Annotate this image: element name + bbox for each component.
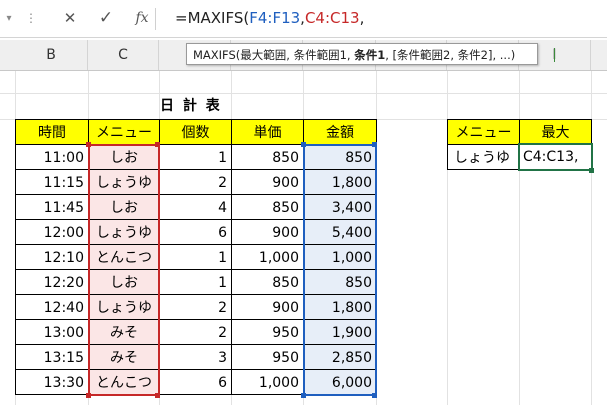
cell-time[interactable]: 12:40 <box>15 294 89 320</box>
cell-unit-price[interactable]: 1,000 <box>231 244 304 270</box>
tooltip-text: MAXIFS(最大範囲, 条件範囲1, <box>193 48 355 62</box>
range-handle[interactable] <box>155 393 160 398</box>
table-title: 日 計 表 <box>160 98 222 114</box>
range-handle[interactable] <box>301 393 306 398</box>
cell-time[interactable]: 11:00 <box>15 144 89 170</box>
range-handle[interactable] <box>86 142 91 147</box>
cell-quantity[interactable]: 2 <box>159 169 232 195</box>
cell-unit-price[interactable]: 950 <box>231 319 304 345</box>
column-header-b[interactable]: B <box>15 40 88 70</box>
more-options-icon[interactable]: ⋮ <box>24 0 38 37</box>
side-menu-value[interactable]: しょうゆ <box>447 144 520 170</box>
name-box-dropdown-icon[interactable]: ▾ <box>0 0 18 37</box>
formula-prefix: =MAXIFS( <box>175 9 250 27</box>
cancel-icon[interactable]: ✕ <box>56 0 84 37</box>
range-handle[interactable] <box>155 142 160 147</box>
active-edit-cell[interactable]: C4:C13, <box>518 143 593 171</box>
side-header-max[interactable]: 最大 <box>519 119 592 145</box>
tooltip-text-rest: , [条件範囲2, 条件2], ...) <box>385 48 516 62</box>
cell-time[interactable]: 12:20 <box>15 269 89 295</box>
cell-unit-price[interactable]: 900 <box>231 219 304 245</box>
formula-comma: , <box>359 9 365 27</box>
cell-quantity[interactable]: 2 <box>159 294 232 320</box>
gridline <box>0 93 607 94</box>
cell-quantity[interactable]: 3 <box>159 344 232 370</box>
enter-icon[interactable]: ✓ <box>92 0 120 37</box>
fill-handle[interactable] <box>589 168 594 173</box>
range-handle[interactable] <box>301 142 306 147</box>
side-header-menu[interactable]: メニュー <box>447 119 520 145</box>
cell-unit-price[interactable]: 850 <box>231 144 304 170</box>
cell-quantity[interactable]: 2 <box>159 319 232 345</box>
tooltip-marker <box>554 48 555 62</box>
cell-time[interactable]: 13:15 <box>15 344 89 370</box>
cell-unit-price[interactable]: 1,000 <box>231 369 304 395</box>
cell-time[interactable]: 11:45 <box>15 194 89 220</box>
cell-time[interactable]: 12:00 <box>15 219 89 245</box>
cell-quantity[interactable]: 1 <box>159 269 232 295</box>
cell-unit-price[interactable]: 900 <box>231 294 304 320</box>
column-header-c[interactable]: C <box>88 40 159 70</box>
tooltip-current-arg[interactable]: 条件1 <box>354 48 385 62</box>
cell-unit-price[interactable]: 850 <box>231 194 304 220</box>
formula-bar: ▾ ⋮ ✕ ✓ fx =MAXIFS(F4:F13,C4:C13, <box>0 0 607 38</box>
cell-quantity[interactable]: 1 <box>159 244 232 270</box>
cell-time[interactable]: 13:00 <box>15 319 89 345</box>
range-handle[interactable] <box>372 393 377 398</box>
formula-bar-separator <box>155 8 156 30</box>
cell-time[interactable]: 13:30 <box>15 369 89 395</box>
header-quantity[interactable]: 個数 <box>159 119 232 145</box>
header-time[interactable]: 時間 <box>15 119 89 145</box>
header-amount[interactable]: 金額 <box>303 119 377 145</box>
cell-time[interactable]: 11:15 <box>15 169 89 195</box>
criteria-range-highlight <box>88 144 160 396</box>
cell-quantity[interactable]: 1 <box>159 144 232 170</box>
formula-input[interactable]: =MAXIFS(F4:F13,C4:C13, <box>175 0 364 37</box>
cell-unit-price[interactable]: 950 <box>231 344 304 370</box>
header-unit-price[interactable]: 単価 <box>231 119 304 145</box>
function-tooltip: MAXIFS(最大範囲, 条件範囲1, 条件1, [条件範囲2, 条件2], .… <box>186 43 555 65</box>
cell-time[interactable]: 12:10 <box>15 244 89 270</box>
range-handle[interactable] <box>86 393 91 398</box>
formula-ref-criteria-range: C4:C13 <box>304 9 360 27</box>
range-handle[interactable] <box>372 142 377 147</box>
cell-unit-price[interactable]: 850 <box>231 269 304 295</box>
insert-function-icon[interactable]: fx <box>130 0 154 37</box>
cell-quantity[interactable]: 6 <box>159 219 232 245</box>
cell-unit-price[interactable]: 900 <box>231 169 304 195</box>
cell-quantity[interactable]: 4 <box>159 194 232 220</box>
header-menu[interactable]: メニュー <box>88 119 160 145</box>
cell-quantity[interactable]: 6 <box>159 369 232 395</box>
formula-ref-max-range: F4:F13 <box>249 9 301 27</box>
max-range-highlight <box>303 144 377 396</box>
